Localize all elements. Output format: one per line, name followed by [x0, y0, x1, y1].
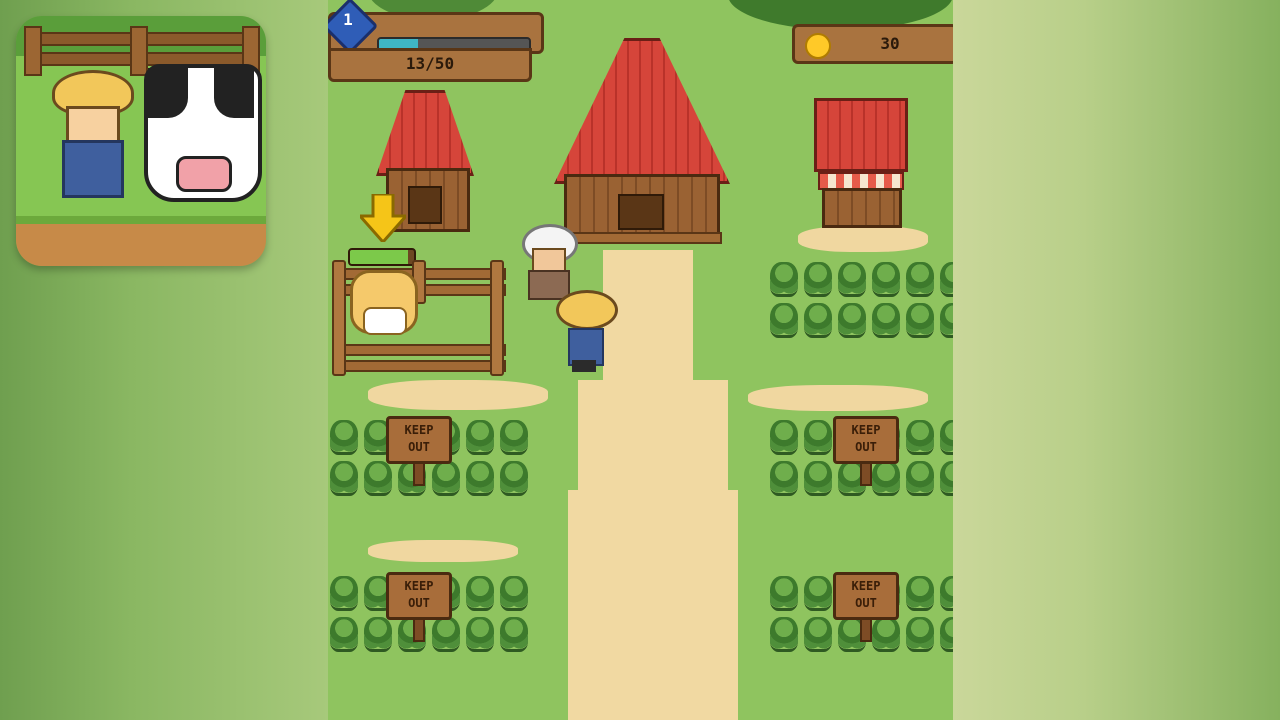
crop-plant [804, 262, 832, 297]
keep-out-sign[interactable]: KEEP OUT [833, 416, 899, 464]
barn-door[interactable] [618, 194, 664, 230]
crop-plant [804, 576, 832, 611]
cow-nose [176, 156, 232, 192]
dirt-patch [368, 380, 548, 410]
crop-plant [364, 461, 392, 496]
crop-plant [804, 303, 832, 338]
down-arrow-icon [360, 194, 406, 242]
farmer-hat [556, 290, 618, 330]
app-icon-dirt [16, 216, 266, 266]
crop-plant [906, 617, 934, 652]
crop-plant [804, 461, 832, 496]
crop-plant [770, 461, 798, 496]
crop-plant [906, 262, 934, 297]
sign-text: KEEP OUT [404, 579, 434, 610]
crop-plant [500, 576, 528, 611]
farmer-legs [572, 360, 596, 372]
crop-plant [500, 461, 528, 496]
dirt-path [578, 380, 728, 500]
app-icon-fence-post [130, 26, 148, 76]
crop-plant [330, 420, 358, 455]
crop-plant [770, 617, 798, 652]
crop-plant [466, 617, 494, 652]
crop-plant [940, 262, 953, 297]
crop-plant [940, 303, 953, 338]
coin-panel: 30 [792, 24, 953, 64]
cow-icon [144, 64, 262, 202]
game-viewport[interactable]: 1 13/50 30 KEEP OUT KEEP OUT KEEP OUT KE… [328, 0, 953, 720]
barn-roof [554, 38, 730, 184]
crop-plant [466, 576, 494, 611]
crop-plant [872, 303, 900, 338]
market-stall[interactable] [822, 188, 902, 228]
crop-plant [432, 461, 460, 496]
crop-plant [466, 420, 494, 455]
keep-out-sign[interactable]: KEEP OUT [386, 572, 452, 620]
crop-plant [838, 262, 866, 297]
sign-text: KEEP OUT [851, 579, 881, 610]
dirt-patch [368, 540, 518, 562]
crop-plant [804, 420, 832, 455]
farmer-body-icon [62, 140, 124, 198]
crop-plant [872, 461, 900, 496]
gold-coin-icon [805, 33, 831, 59]
xp-panel: 13/50 [328, 48, 532, 82]
crop-plant [770, 420, 798, 455]
crop-plant [330, 617, 358, 652]
shed-roof [376, 90, 474, 176]
crop-plant [770, 262, 798, 297]
crop-plant [906, 420, 934, 455]
dirt-path [568, 490, 738, 720]
crop-plant [432, 617, 460, 652]
sheep-face [363, 307, 407, 335]
crop-plant [872, 262, 900, 297]
crop-plant [500, 420, 528, 455]
crop-plant [364, 617, 392, 652]
dirt-path [603, 250, 693, 390]
pen-fence [334, 360, 506, 372]
right-background [953, 0, 1280, 720]
barn-porch [568, 232, 722, 244]
crop-plant [906, 303, 934, 338]
crop-plant [906, 461, 934, 496]
crop-plant [940, 461, 953, 496]
farmer-player[interactable] [556, 290, 618, 374]
crop-plant [838, 303, 866, 338]
pen-post [490, 260, 504, 376]
app-icon [16, 16, 266, 266]
cow-spot [148, 68, 188, 118]
market-roof [814, 98, 908, 172]
keep-out-sign[interactable]: KEEP OUT [833, 572, 899, 620]
app-icon-fence-post [24, 26, 42, 76]
crop-plant [330, 576, 358, 611]
xp-text: 13/50 [405, 54, 455, 73]
crop-field-unlocked[interactable] [770, 262, 953, 338]
pen-fence [334, 344, 506, 356]
crop-plant [940, 617, 953, 652]
crop-plant [940, 420, 953, 455]
cow-spot [214, 68, 254, 118]
old-man-npc[interactable] [522, 224, 578, 300]
dirt-patch [748, 385, 928, 411]
keep-out-sign[interactable]: KEEP OUT [386, 416, 452, 464]
crop-plant [906, 576, 934, 611]
pen-post [332, 260, 346, 376]
sign-text: KEEP OUT [404, 423, 434, 454]
pen-progress-fill [350, 250, 408, 264]
crop-plant [500, 617, 528, 652]
sign-text: KEEP OUT [851, 423, 881, 454]
crop-plant [770, 303, 798, 338]
crop-plant [330, 461, 358, 496]
level-number: 1 [343, 10, 353, 29]
coin-count: 30 [880, 34, 900, 53]
crop-plant [940, 576, 953, 611]
crop-plant [872, 617, 900, 652]
shed-door[interactable] [408, 186, 442, 224]
pen-progress-bar [348, 248, 416, 266]
crop-plant [466, 461, 494, 496]
sheep[interactable] [350, 270, 418, 335]
crop-plant [804, 617, 832, 652]
crop-plant [770, 576, 798, 611]
dirt-patch [798, 226, 928, 252]
